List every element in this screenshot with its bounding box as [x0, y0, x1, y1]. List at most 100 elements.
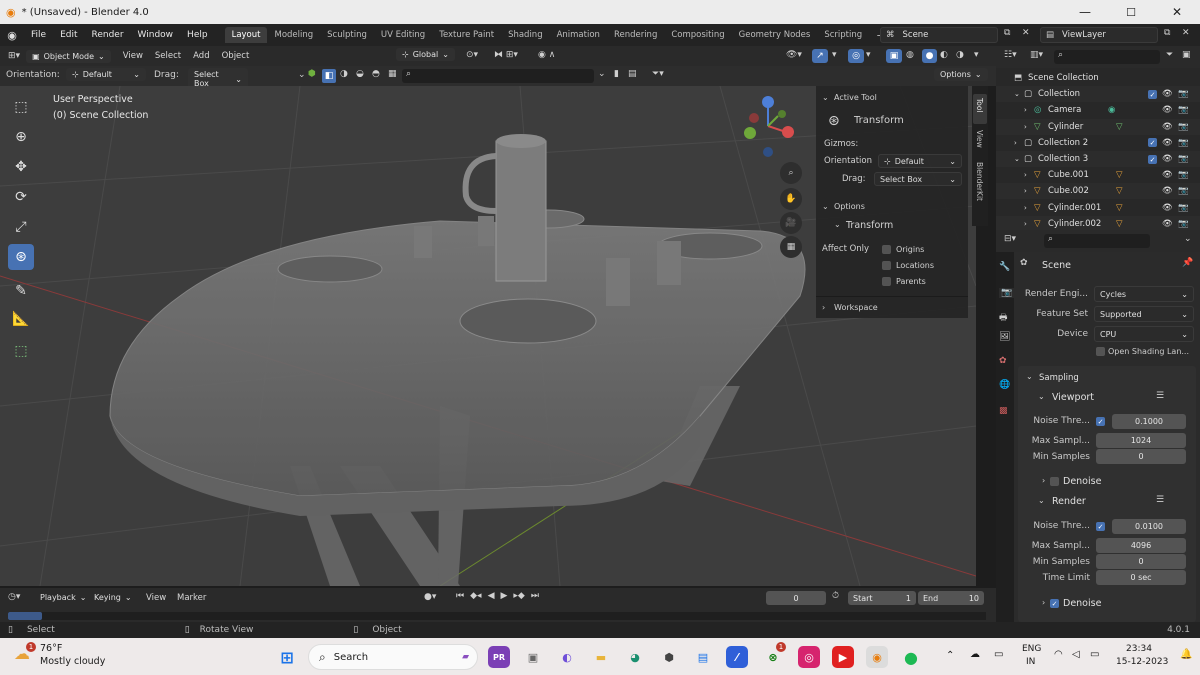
store-icon[interactable]: ▤	[692, 646, 714, 668]
cube-shading-icon[interactable]: ⬢	[308, 69, 316, 79]
next-keyframe-icon[interactable]: ▸◆	[513, 591, 524, 601]
time-limit-field[interactable]: 0 sec	[1096, 570, 1186, 585]
camera-restrict-icon[interactable]: 📷	[1178, 105, 1189, 115]
sphere-icon-3[interactable]: ◓	[372, 69, 380, 79]
eye-icon[interactable]: 👁	[1162, 154, 1173, 164]
record-icon[interactable]: ●▾	[424, 592, 436, 602]
chevron-right-icon[interactable]: ›	[1014, 139, 1017, 147]
chevron-right-icon[interactable]: ›	[1024, 106, 1027, 114]
spotify-icon[interactable]: ●	[900, 646, 922, 668]
teams-icon[interactable]: ◐	[556, 646, 578, 668]
gizmo-orientation-dropdown[interactable]: ⊹ Default ⌄	[878, 154, 962, 168]
editor-type-icon[interactable]: ⊞▾	[8, 51, 20, 61]
vp-denoise-checkbox[interactable]	[1050, 477, 1059, 486]
taskbar-search-input[interactable]: ⌕ Search ▰	[308, 644, 478, 670]
vp-noise-field[interactable]: 0.1000	[1112, 414, 1186, 429]
copy-scene-icon[interactable]: ⧉	[1004, 28, 1010, 38]
viewlayer-selector[interactable]: ▤ ViewLayer	[1040, 27, 1158, 43]
annotate-tool[interactable]: ✎	[8, 278, 34, 304]
task-view-icon[interactable]: ▣	[522, 646, 544, 668]
r-min-samples-field[interactable]: 0	[1096, 554, 1186, 569]
add-cube-tool[interactable]: ⬚	[8, 338, 34, 364]
object-data-icon[interactable]: ▽	[1116, 170, 1123, 180]
viewport-subpanel-header[interactable]: Viewport	[1052, 392, 1094, 403]
remove-viewlayer-icon[interactable]: ✕	[1182, 28, 1190, 38]
mode-dropdown[interactable]: ▣ Object Mode ⌄	[26, 49, 111, 63]
move-tool[interactable]: ✥	[8, 154, 34, 180]
tab-compositing[interactable]: Compositing	[664, 27, 731, 43]
select-menu[interactable]: Select	[155, 51, 181, 61]
outliner-row[interactable]: › ▢ Collection 2 ✓ 👁 📷	[996, 135, 1200, 151]
object-data-icon[interactable]: ▽	[1116, 203, 1123, 213]
outliner-row[interactable]: ⌄ ▢ Collection 3 ✓ 👁 📷	[996, 151, 1200, 167]
tab-geometry-nodes[interactable]: Geometry Nodes	[732, 27, 818, 43]
exclude-checkbox[interactable]: ✓	[1148, 89, 1157, 99]
rendered-shading-icon[interactable]: ◑	[956, 50, 964, 60]
chevron-down-icon[interactable]: ⌄	[1038, 496, 1045, 505]
start-frame-field[interactable]: Start 1	[848, 591, 916, 605]
select-box-tool[interactable]: ⬚	[8, 94, 34, 120]
chevron-right-icon[interactable]: ›	[1024, 220, 1027, 228]
pin-icon[interactable]: 📌	[1182, 258, 1193, 268]
object-data-icon[interactable]: ▽	[1116, 219, 1123, 229]
vp-min-samples-field[interactable]: 0	[1096, 449, 1186, 464]
remove-scene-icon[interactable]: ✕	[1022, 28, 1030, 38]
menu-render[interactable]: Render	[85, 30, 131, 40]
chevron-down-icon[interactable]: ⌄	[822, 202, 829, 211]
new-collection-icon[interactable]: ▣	[1182, 50, 1191, 60]
current-frame-field[interactable]: 0	[766, 591, 826, 605]
tab-modeling[interactable]: Modeling	[267, 27, 320, 43]
outliner-row[interactable]: ⬒ Scene Collection	[996, 70, 1200, 86]
tool-tab-icon[interactable]: 🔧	[999, 262, 1010, 272]
eye-icon[interactable]: 👁	[1162, 138, 1173, 148]
navigation-gizmo[interactable]	[738, 92, 798, 162]
timeline-view-menu[interactable]: View	[146, 593, 166, 603]
exclude-checkbox[interactable]: ✓	[1148, 138, 1157, 148]
tab-uv-editing[interactable]: UV Editing	[374, 27, 432, 43]
camera-restrict-icon[interactable]: 📷	[1178, 219, 1189, 229]
chevron-right-icon[interactable]: ›	[1024, 123, 1027, 131]
transform-subheader[interactable]: Transform	[846, 220, 893, 231]
options-chevron-icon[interactable]: ⌄	[1184, 234, 1192, 244]
material-shading-icon[interactable]: ◐	[940, 50, 948, 60]
scene-tab-icon[interactable]: ✿	[999, 356, 1007, 366]
transform-orientation-dropdown[interactable]: ⊹ Global ⌄	[396, 48, 455, 61]
locations-checkbox[interactable]	[882, 261, 891, 270]
blender-menu-icon[interactable]: ◉	[0, 29, 24, 42]
visibility-icon[interactable]: 👁▾	[786, 50, 802, 60]
eye-icon[interactable]: 👁	[1162, 89, 1173, 99]
view-menu[interactable]: View	[123, 51, 143, 61]
filter-icon[interactable]: ⏷	[1166, 50, 1173, 60]
render-tab-icon[interactable]: 📷	[999, 288, 1015, 298]
camera-restrict-icon[interactable]: 📷	[1178, 203, 1189, 213]
rotate-tool[interactable]: ⟳	[8, 184, 34, 210]
vp-max-samples-field[interactable]: 1024	[1096, 433, 1186, 448]
keying-menu[interactable]: Keying ⌄	[88, 591, 138, 604]
jump-end-icon[interactable]: ⏭	[531, 591, 539, 601]
language-region[interactable]: IN	[1026, 657, 1035, 667]
eye-icon[interactable]: 👁	[1162, 203, 1173, 213]
sphere-icon-2[interactable]: ◒	[356, 69, 364, 79]
tray-chevron-up-icon[interactable]: ⌃	[946, 650, 954, 661]
shading-dropdown-icon[interactable]: ▾	[974, 50, 979, 60]
windows-start-icon[interactable]: ⊞	[276, 646, 298, 668]
menu-window[interactable]: Window	[131, 30, 181, 40]
youtube-icon[interactable]: ▶	[832, 646, 854, 668]
gizmo-toggle-icon[interactable]: ↗	[812, 49, 828, 63]
perspective-grid-icon[interactable]: ▦	[780, 236, 802, 258]
tab-sculpting[interactable]: Sculpting	[320, 27, 374, 43]
timeline-editor-icon[interactable]: ◷▾	[8, 592, 20, 602]
render-subpanel-header[interactable]: Render	[1052, 496, 1086, 507]
exclude-checkbox[interactable]: ✓	[1148, 154, 1157, 164]
device-icon[interactable]: ▭	[994, 649, 1003, 660]
edge-icon[interactable]: ◕	[624, 646, 646, 668]
outliner-row[interactable]: ⌄ ▢ Collection ✓ 👁 📷	[996, 86, 1200, 103]
output-tab-icon[interactable]: 🖶	[999, 310, 1008, 326]
display-mode-icon[interactable]: ▥▾	[1030, 50, 1043, 60]
object-menu[interactable]: Object	[222, 51, 250, 61]
outliner-search-input[interactable]: ⌕	[1054, 50, 1160, 64]
scale-tool[interactable]: ⤢	[8, 214, 34, 240]
device-dropdown[interactable]: CPU ⌄	[1094, 326, 1194, 342]
chevron-down-icon[interactable]: ⌄	[1026, 372, 1033, 381]
pivot-icon[interactable]: ⊙▾	[466, 50, 478, 60]
